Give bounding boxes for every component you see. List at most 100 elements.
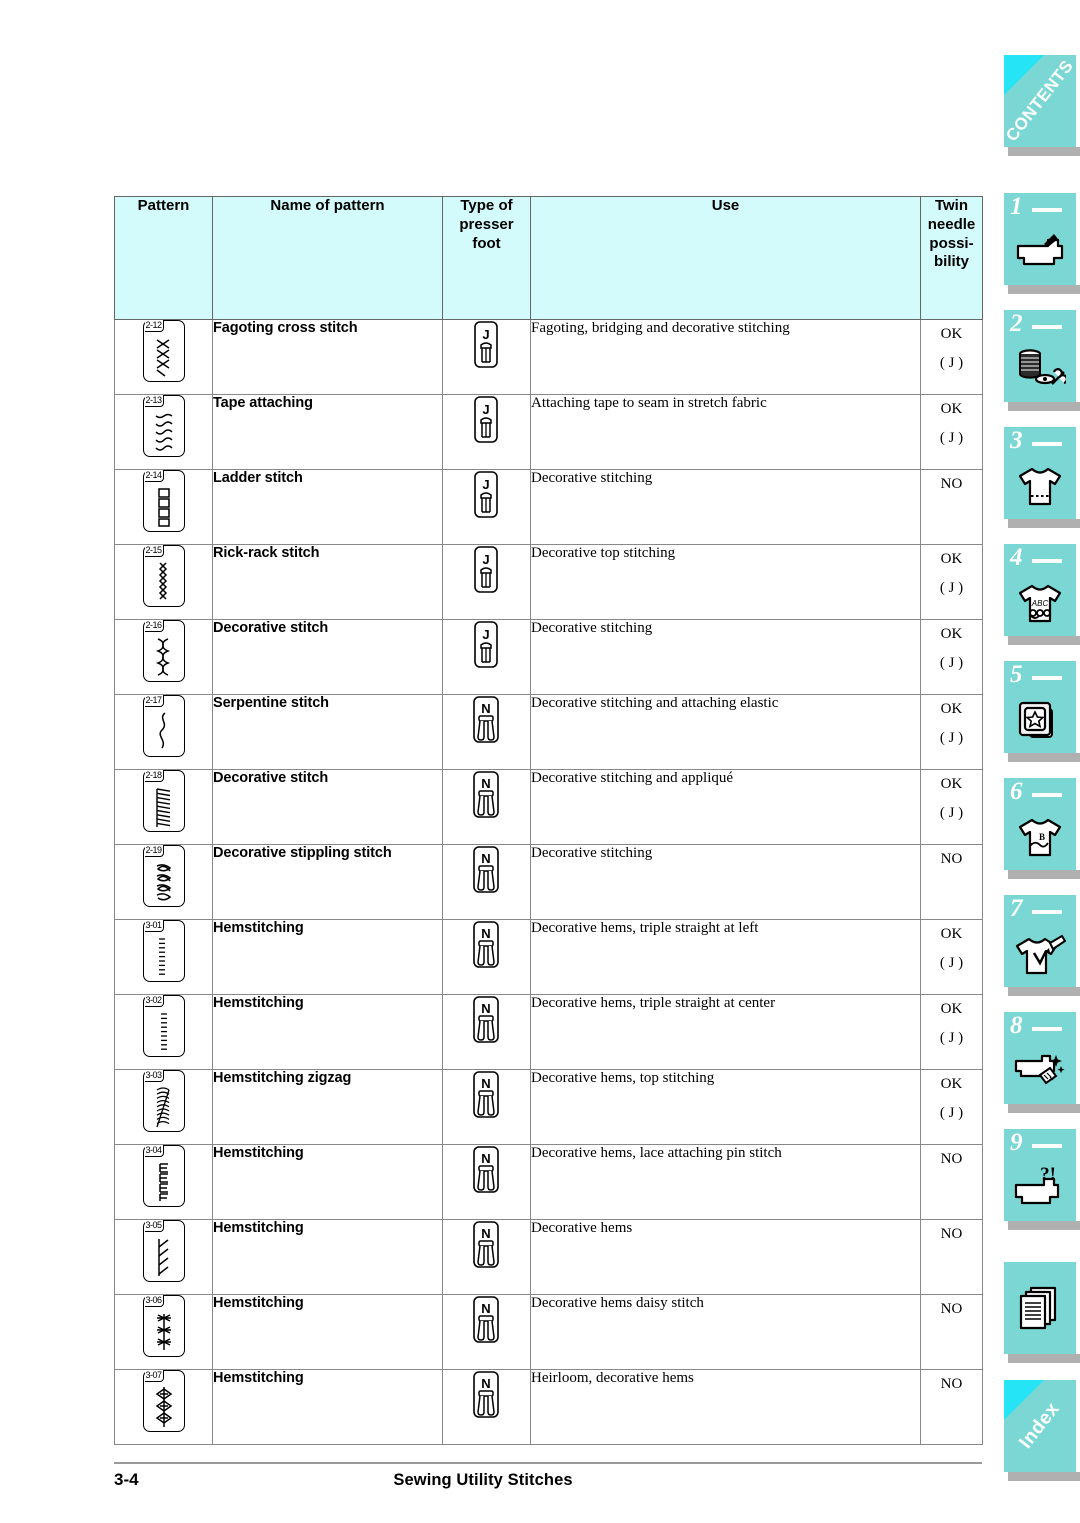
pattern-cell: 3-06	[114, 1294, 213, 1370]
sidebar-tab-ch2[interactable]: 2	[1004, 310, 1080, 411]
tab-number: 7	[1010, 895, 1023, 922]
pattern-name-cell: Serpentine stitch	[212, 694, 443, 770]
sidebar-tab-ch5[interactable]: 5	[1004, 661, 1080, 762]
presser-foot-n-icon: N	[469, 1295, 505, 1347]
pattern-cell: 3-04	[114, 1144, 213, 1220]
presser-foot-j-icon: J	[469, 620, 505, 672]
svg-text:N: N	[481, 851, 490, 866]
twin-needle-header-line-2: needle	[927, 215, 976, 233]
presser-foot-header-line-3: foot	[472, 234, 501, 252]
sidebar-tab-ch3[interactable]: 3	[1004, 427, 1080, 528]
presser-foot-cell: J	[442, 469, 531, 545]
table-row: 3-02 Hemstitching N Decorative hems, tri…	[114, 994, 983, 1070]
pattern-cell: 3-07	[114, 1369, 213, 1445]
pattern-code: 3-04	[144, 1145, 164, 1157]
twin-needle-value: OK	[940, 401, 963, 417]
tab-dash-icon	[1032, 442, 1062, 446]
sidebar-tab-ch9[interactable]: 9 ?!	[1004, 1129, 1080, 1230]
pattern-cell: 3-01	[114, 919, 213, 995]
pattern-cell: 2-19	[114, 844, 213, 920]
pattern-name-cell: Decorative stippling stitch	[212, 844, 443, 920]
table-row: 3-03 Hemstitching zigzag N Decorative he…	[114, 1069, 983, 1145]
sidebar-tab-ch6[interactable]: 6 B	[1004, 778, 1080, 879]
use-cell: Decorative stitching and attaching elast…	[530, 694, 921, 770]
svg-text:?!: ?!	[1040, 1167, 1056, 1185]
sewing-machine-icon	[1004, 223, 1076, 281]
pattern-swatch: 3-02	[142, 995, 185, 1057]
twin-needle-value: OK	[940, 926, 963, 942]
pattern-swatch: 3-05	[142, 1220, 185, 1282]
pattern-stitch-icon	[144, 934, 184, 979]
tab-inner	[1004, 1262, 1076, 1354]
twin-needle-value: OK	[940, 1001, 963, 1017]
pattern-code: 3-07	[144, 1370, 164, 1382]
use-cell: Decorative hems, triple straight at left	[530, 919, 921, 995]
sidebar-tab-index[interactable]: Index	[1004, 1380, 1080, 1481]
twin-needle-header-line-1: Twin	[934, 197, 969, 214]
svg-text:J: J	[482, 327, 489, 342]
tab-inner: 1	[1004, 193, 1076, 285]
sidebar-tab-ch7[interactable]: 7	[1004, 895, 1080, 996]
pattern-stitch-icon	[144, 409, 184, 454]
presser-foot-cell: J	[442, 319, 531, 395]
presser-foot-cell: N	[442, 1219, 531, 1295]
twin-needle-header-line-3: possi-	[929, 234, 974, 252]
use-cell: Decorative top stitching	[530, 544, 921, 620]
twin-needle-cell: NO	[920, 1369, 983, 1445]
sidebar-tab-appendix[interactable]	[1004, 1262, 1080, 1363]
sidebar-tab-ch8[interactable]: 8	[1004, 1012, 1080, 1113]
svg-text:N: N	[481, 1301, 490, 1316]
shirt-stitched-icon	[1004, 457, 1076, 515]
sidebar-tab-contents[interactable]: CONTENTS	[1004, 55, 1080, 156]
tab-number: 2	[1010, 310, 1023, 337]
sidebar-tab-ch4[interactable]: 4 ABC	[1004, 544, 1080, 645]
table-row: 3-04 Hemstitching N Decorative hems, lac…	[114, 1144, 983, 1220]
pattern-cell: 2-14	[114, 469, 213, 545]
shirt-monogram-icon: B	[1004, 808, 1076, 866]
sidebar-tab-ch1[interactable]: 1	[1004, 193, 1080, 294]
svg-text:N: N	[481, 776, 490, 791]
tab-inner: 6 B	[1004, 778, 1076, 870]
tab-inner: Index	[1004, 1380, 1076, 1472]
presser-foot-cell: J	[442, 544, 531, 620]
pattern-cell: 2-17	[114, 694, 213, 770]
twin-needle-cell: NO	[920, 844, 983, 920]
use-cell: Decorative stitching	[530, 619, 921, 695]
twin-needle-value: OK	[940, 776, 963, 792]
pattern-cell: 3-05	[114, 1219, 213, 1295]
pattern-stitch-icon	[144, 1084, 184, 1129]
presser-foot-cell: N	[442, 1144, 531, 1220]
pattern-name-cell: Hemstitching	[212, 1294, 443, 1370]
use-cell: Attaching tape to seam in stretch fabric	[530, 394, 921, 470]
pattern-code: 2-16	[144, 620, 164, 632]
pattern-swatch: 2-16	[142, 620, 185, 682]
table-row: 3-06 Hemstitching N Decorative hems dais…	[114, 1294, 983, 1370]
tab-dash-icon	[1032, 325, 1062, 329]
tab-dash-icon	[1032, 1144, 1062, 1148]
presser-foot-n-icon: N	[469, 1370, 505, 1422]
pattern-code: 2-12	[144, 320, 164, 332]
twin-needle-cell: NO	[920, 1294, 983, 1370]
pattern-stitch-icon	[144, 1009, 184, 1054]
machine-troubleshoot-icon: ?!	[1004, 1159, 1076, 1217]
twin-needle-foot: ( J )	[939, 579, 964, 596]
tab-inner: 3	[1004, 427, 1076, 519]
pattern-name-cell: Decorative stitch	[212, 619, 443, 695]
tab-inner: 4 ABC	[1004, 544, 1076, 636]
presser-foot-n-icon: N	[469, 995, 505, 1047]
stitch-reference-table-container: Pattern Name of pattern Type of presser …	[114, 196, 983, 1445]
twin-needle-header-line-4: bility	[933, 253, 969, 271]
pattern-cell: 2-16	[114, 619, 213, 695]
pattern-swatch: 2-19	[142, 845, 185, 907]
presser-foot-j-icon: J	[469, 545, 505, 597]
svg-text:B: B	[1039, 832, 1045, 842]
pattern-swatch: 3-06	[142, 1295, 185, 1357]
pattern-name-cell: Ladder stitch	[212, 469, 443, 545]
pattern-cell: 3-03	[114, 1069, 213, 1145]
presser-foot-j-icon: J	[469, 320, 505, 372]
presser-foot-n-icon: N	[469, 695, 505, 747]
pattern-cell: 3-02	[114, 994, 213, 1070]
tab-dash-icon	[1032, 676, 1062, 680]
presser-foot-cell: N	[442, 1294, 531, 1370]
tab-number: 6	[1010, 778, 1023, 805]
